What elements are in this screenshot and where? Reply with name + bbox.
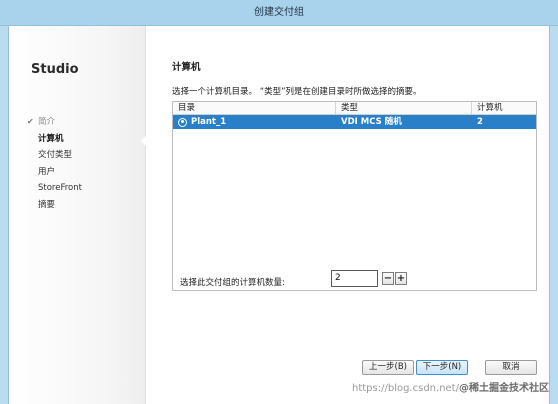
title-bar: 创建交付组 [0, 0, 558, 26]
next-button[interactable]: 下一步(N) [416, 360, 468, 375]
step-storefront: StoreFront [27, 180, 82, 197]
studio-brand: Studio [31, 62, 79, 77]
machine-count-input[interactable]: 2 [331, 270, 378, 287]
window-title: 创建交付组 [254, 7, 304, 18]
main-panel: 计算机 选择一个计算机目录。 “类型”列是在创建目录时所做选择的摘要。 目录 类… [172, 26, 547, 404]
watermark-url: https://blog.csdn.net/ [352, 383, 459, 394]
wizard-sidebar: Studio ✔ 简介 计算机 交付类型 用户 StoreFront 摘要 [9, 26, 147, 404]
step-label: 计算机 [38, 133, 64, 144]
back-button[interactable]: 上一步(B) [362, 360, 414, 375]
column-header-catalog[interactable]: 目录 [173, 102, 336, 114]
step-delivery-type: 交付类型 [27, 147, 82, 164]
step-summary: 摘要 [27, 197, 82, 214]
wizard-steps: ✔ 简介 计算机 交付类型 用户 StoreFront 摘要 [27, 114, 82, 213]
table-header: 目录 类型 计算机 [173, 102, 536, 115]
step-label: 交付类型 [38, 150, 73, 160]
table-row[interactable]: Plant_1 VDI MCS 随机 2 [173, 115, 536, 129]
catalog-cell: Plant_1 [173, 115, 336, 129]
step-label: 简介 [38, 117, 56, 127]
machine-count-label: 选择此交付组的计算机数量: [180, 278, 285, 288]
step-label: 用户 [38, 166, 56, 177]
step-label: 摘要 [38, 199, 56, 210]
catalog-name: Plant_1 [191, 117, 227, 127]
wizard-window: Studio ✔ 简介 计算机 交付类型 用户 StoreFront 摘要 计算… [8, 26, 550, 404]
cancel-button[interactable]: 取消 [485, 360, 537, 375]
page-title: 计算机 [172, 62, 201, 73]
decrement-button[interactable]: − [382, 272, 394, 285]
active-step-pointer-icon [141, 135, 147, 147]
column-header-type[interactable]: 类型 [336, 102, 472, 114]
catalog-machine-count: 2 [477, 117, 483, 127]
step-users: 用户 [27, 164, 82, 181]
checkmark-icon: ✔ [27, 117, 34, 126]
column-header-machines[interactable]: 计算机 [472, 102, 536, 114]
catalog-table: 目录 类型 计算机 Plant_1 VDI MCS 随机 2 [172, 101, 537, 291]
radio-selected-icon[interactable] [178, 117, 187, 127]
step-intro[interactable]: ✔ 简介 [27, 114, 82, 131]
watermark-brand: @稀土掘金技术社区 [458, 383, 549, 394]
watermark: https://blog.csdn.net/@稀土掘金技术社区 [352, 378, 558, 400]
catalog-type: VDI MCS 随机 [341, 117, 402, 127]
page-description: 选择一个计算机目录。 “类型”列是在创建目录时所做选择的摘要。 [172, 87, 422, 97]
step-label: StoreFront [38, 183, 82, 193]
step-machines[interactable]: 计算机 [27, 131, 82, 148]
increment-button[interactable]: + [395, 272, 407, 285]
